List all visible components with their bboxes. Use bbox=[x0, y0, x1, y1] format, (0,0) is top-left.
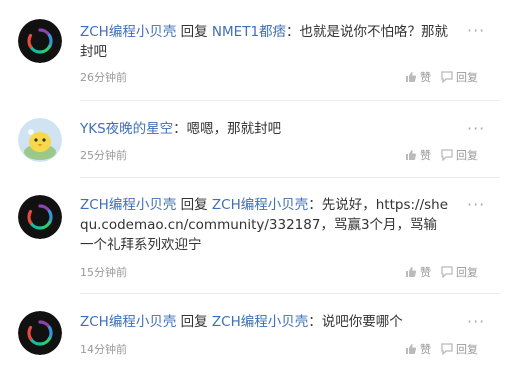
timestamp: 25分钟前 bbox=[80, 149, 127, 162]
thumbs-up-icon bbox=[406, 72, 417, 82]
reply-word: 回复 bbox=[180, 314, 208, 330]
more-options-button[interactable]: ··· bbox=[467, 314, 485, 330]
reply-label: 回复 bbox=[456, 71, 478, 84]
comment-text: ZCH编程小贝壳 回复 NMET1都痞：也就是说你不怕咯？那就封吧 bbox=[80, 22, 460, 62]
reply-button[interactable]: 回复 bbox=[441, 69, 478, 85]
comment-separator bbox=[80, 177, 500, 178]
comment-separator bbox=[80, 293, 500, 294]
reply-word: 回复 bbox=[180, 197, 208, 213]
thumbs-up-icon bbox=[406, 344, 417, 354]
like-label: 赞 bbox=[420, 71, 431, 84]
comment-actions: 赞 回复 bbox=[405, 147, 478, 163]
reply-to-name[interactable]: NMET1都痞 bbox=[212, 24, 286, 40]
comment-text: ZCH编程小贝壳 回复 ZCH编程小贝壳：先说好，https://shequ.c… bbox=[80, 195, 450, 255]
reply-bubble-icon bbox=[441, 149, 453, 161]
more-options-button[interactable]: ··· bbox=[467, 23, 485, 39]
comment-content: ：说吧你要哪个 bbox=[308, 314, 403, 330]
reply-button[interactable]: 回复 bbox=[441, 341, 478, 357]
author-name[interactable]: ZCH编程小贝壳 bbox=[80, 197, 176, 213]
like-button[interactable]: 赞 bbox=[405, 341, 431, 357]
reply-to-name[interactable]: ZCH编程小贝壳 bbox=[212, 197, 308, 213]
avatar[interactable] bbox=[18, 195, 62, 239]
reply-button[interactable]: 回复 bbox=[441, 264, 478, 280]
reply-label: 回复 bbox=[456, 343, 478, 356]
comment-actions: 赞 回复 bbox=[405, 341, 478, 357]
comment-text: ZCH编程小贝壳 回复 ZCH编程小贝壳：说吧你要哪个 bbox=[80, 312, 460, 332]
like-label: 赞 bbox=[420, 343, 431, 356]
avatar[interactable] bbox=[18, 118, 62, 162]
reply-bubble-icon bbox=[441, 266, 453, 278]
reply-to-name[interactable]: ZCH编程小贝壳 bbox=[212, 314, 308, 330]
reply-bubble-icon bbox=[441, 71, 453, 83]
reply-label: 回复 bbox=[456, 149, 478, 162]
like-button[interactable]: 赞 bbox=[405, 264, 431, 280]
reply-word: 回复 bbox=[180, 24, 208, 40]
avatar-ring-icon bbox=[18, 19, 62, 63]
avatar-ring-icon bbox=[18, 195, 62, 239]
comment-separator bbox=[80, 100, 500, 101]
like-button[interactable]: 赞 bbox=[405, 69, 431, 85]
avatar[interactable] bbox=[18, 19, 62, 63]
timestamp: 15分钟前 bbox=[80, 266, 127, 279]
timestamp: 26分钟前 bbox=[80, 71, 127, 84]
thumbs-up-icon bbox=[406, 150, 417, 160]
like-label: 赞 bbox=[420, 149, 431, 162]
thumbs-up-icon bbox=[406, 267, 417, 277]
comment-actions: 赞 回复 bbox=[405, 69, 478, 85]
reply-button[interactable]: 回复 bbox=[441, 147, 478, 163]
reply-bubble-icon bbox=[441, 343, 453, 355]
more-options-button[interactable]: ··· bbox=[467, 121, 485, 137]
like-button[interactable]: 赞 bbox=[405, 147, 431, 163]
comment-content: ：嗯嗯，那就封吧 bbox=[173, 121, 282, 137]
author-name[interactable]: ZCH编程小贝壳 bbox=[80, 24, 176, 40]
more-options-button[interactable]: ··· bbox=[467, 197, 485, 213]
author-name[interactable]: YKS夜晚的星空 bbox=[80, 121, 173, 137]
reply-label: 回复 bbox=[456, 266, 478, 279]
comment-text: YKS夜晚的星空：嗯嗯，那就封吧 bbox=[80, 119, 460, 139]
comment-actions: 赞 回复 bbox=[405, 264, 478, 280]
avatar-ring-icon bbox=[18, 311, 62, 355]
avatar[interactable] bbox=[18, 311, 62, 355]
like-label: 赞 bbox=[420, 266, 431, 279]
avatar-chick-icon bbox=[18, 118, 62, 162]
timestamp: 14分钟前 bbox=[80, 343, 127, 356]
author-name[interactable]: ZCH编程小贝壳 bbox=[80, 314, 176, 330]
